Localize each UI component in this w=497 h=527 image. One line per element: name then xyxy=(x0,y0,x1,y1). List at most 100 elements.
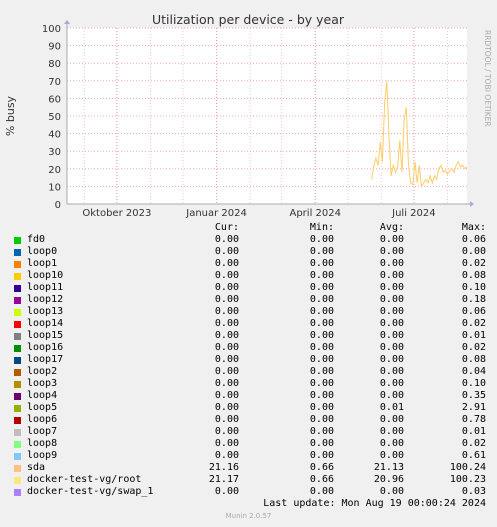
legend-value-max: 0.02 xyxy=(461,342,486,353)
legend-value-min: 0.00 xyxy=(309,402,334,413)
legend-row: loop12 0.00 0.00 0.00 0.18 xyxy=(0,294,497,306)
legend-value-max: 0.01 xyxy=(461,330,486,341)
legend-value-max: 0.08 xyxy=(461,354,486,365)
legend-value-min: 0.00 xyxy=(309,354,334,365)
legend-value-cur: 0.00 xyxy=(214,282,239,293)
y-tick-label: 90 xyxy=(48,42,61,53)
legend-value-cur: 0.00 xyxy=(214,390,239,401)
legend-device-name: loop6 xyxy=(27,414,58,425)
legend-row: loop14 0.00 0.00 0.00 0.02 xyxy=(0,318,497,330)
legend-value-avg: 0.00 xyxy=(379,294,404,305)
legend-device-name: docker-test-vg/root xyxy=(27,474,142,485)
legend-value-min: 0.00 xyxy=(309,306,334,317)
legend-swatch xyxy=(14,297,21,304)
legend-value-max: 0.18 xyxy=(461,294,486,305)
legend-value-cur: 0.00 xyxy=(214,414,239,425)
legend-value-max: 0.78 xyxy=(461,414,486,425)
legend-row: loop13 0.00 0.00 0.00 0.06 xyxy=(0,306,497,318)
legend-value-min: 0.00 xyxy=(309,450,334,461)
legend-value-max: 0.01 xyxy=(461,426,486,437)
legend-row: loop6 0.00 0.00 0.00 0.78 xyxy=(0,414,497,426)
legend-row: loop4 0.00 0.00 0.00 0.35 xyxy=(0,390,497,402)
legend-value-min: 0.00 xyxy=(309,270,334,281)
y-tick-label: 0 xyxy=(55,200,61,211)
legend-value-max: 0.04 xyxy=(461,366,486,377)
legend-device-name: loop12 xyxy=(27,294,64,305)
legend-header: Cur: Min: Avg: Max: xyxy=(0,222,497,234)
legend-value-min: 0.00 xyxy=(309,246,334,257)
legend-row: docker-test-vg/root 21.17 0.66 20.96 100.23 xyxy=(0,474,497,486)
legend-swatch xyxy=(14,441,21,448)
legend-value-max: 0.35 xyxy=(461,390,486,401)
chart-title: Utilization per device - by year xyxy=(152,12,345,27)
legend-value-avg: 0.00 xyxy=(379,354,404,365)
y-tick-label: 60 xyxy=(48,94,61,105)
legend-swatch xyxy=(14,453,21,460)
legend-device-name: loop11 xyxy=(27,282,64,293)
legend-value-max: 0.08 xyxy=(461,270,486,281)
legend-value-max: 100.23 xyxy=(449,474,486,485)
legend-value-avg: 0.00 xyxy=(379,306,404,317)
legend-device-name: loop1 xyxy=(27,258,58,269)
legend-value-avg: 0.00 xyxy=(379,450,404,461)
legend-row: loop5 0.00 0.00 0.01 2.91 xyxy=(0,402,497,414)
legend-swatch xyxy=(14,321,21,328)
legend-swatch xyxy=(14,429,21,436)
legend-row: loop15 0.00 0.00 0.00 0.01 xyxy=(0,330,497,342)
header-cur: Cur: xyxy=(214,222,239,233)
y-tick-labels: 0 10 20 30 40 50 60 70 80 90 100 xyxy=(42,24,61,211)
legend-value-avg: 0.00 xyxy=(379,414,404,425)
legend-swatch xyxy=(14,369,21,376)
legend-swatch xyxy=(14,405,21,412)
y-tick-label: 50 xyxy=(48,112,61,123)
legend-value-max: 0.10 xyxy=(461,378,486,389)
legend-value-cur: 0.00 xyxy=(214,258,239,269)
legend-device-name: loop10 xyxy=(27,270,64,281)
legend-value-avg: 20.96 xyxy=(373,474,404,485)
legend-row: loop17 0.00 0.00 0.00 0.08 xyxy=(0,354,497,366)
legend-value-cur: 0.00 xyxy=(214,366,239,377)
legend-value-cur: 0.00 xyxy=(214,306,239,317)
legend-device-name: loop8 xyxy=(27,438,58,449)
legend-value-min: 0.00 xyxy=(309,234,334,245)
legend-value-cur: 0.00 xyxy=(214,234,239,245)
legend-swatch xyxy=(14,381,21,388)
legend-value-avg: 21.13 xyxy=(373,462,404,473)
legend-value-max: 0.06 xyxy=(461,234,486,245)
legend-value-cur: 21.17 xyxy=(208,474,239,485)
legend-value-min: 0.00 xyxy=(309,366,334,377)
legend-value-max: 100.24 xyxy=(449,462,486,473)
legend-row: docker-test-vg/swap_1 0.00 0.00 0.00 0.03 xyxy=(0,486,497,498)
last-update: Last update: Mon Aug 19 00:00:24 2024 xyxy=(263,498,486,509)
legend-device-name: fd0 xyxy=(27,234,46,245)
legend-row: fd0 0.00 0.00 0.00 0.06 xyxy=(0,234,497,246)
legend-value-max: 0.00 xyxy=(461,246,486,257)
legend-value-min: 0.00 xyxy=(309,378,334,389)
legend-device-name: loop5 xyxy=(27,402,58,413)
legend-device-name: sda xyxy=(27,462,46,473)
legend-device-name: loop7 xyxy=(27,426,58,437)
legend-swatch xyxy=(14,357,21,364)
y-tick-label: 10 xyxy=(48,182,61,193)
legend-row: loop3 0.00 0.00 0.00 0.10 xyxy=(0,378,497,390)
legend-value-min: 0.00 xyxy=(309,318,334,329)
legend-value-avg: 0.00 xyxy=(379,246,404,257)
legend-value-cur: 0.00 xyxy=(214,402,239,413)
legend-device-name: loop2 xyxy=(27,366,58,377)
legend-swatch xyxy=(14,237,21,244)
legend-row: loop2 0.00 0.00 0.00 0.04 xyxy=(0,366,497,378)
legend-row: loop0 0.00 0.00 0.00 0.00 xyxy=(0,246,497,258)
legend-value-cur: 0.00 xyxy=(214,486,239,497)
x-tick-labels: Oktober 2023 Januar 2024 April 2024 Juli 20… xyxy=(82,208,435,219)
legend-value-avg: 0.00 xyxy=(379,378,404,389)
y-axis-label: % busy xyxy=(4,95,17,136)
legend-value-avg: 0.00 xyxy=(379,426,404,437)
legend-swatch xyxy=(14,285,21,292)
legend-value-max: 0.06 xyxy=(461,306,486,317)
legend-value-avg: 0.00 xyxy=(379,234,404,245)
legend-row: sda 21.16 0.66 21.13 100.24 xyxy=(0,462,497,474)
legend-value-avg: 0.00 xyxy=(379,486,404,497)
legend-row: loop1 0.00 0.00 0.00 0.02 xyxy=(0,258,497,270)
legend-value-avg: 0.00 xyxy=(379,282,404,293)
legend-swatch xyxy=(14,465,21,472)
